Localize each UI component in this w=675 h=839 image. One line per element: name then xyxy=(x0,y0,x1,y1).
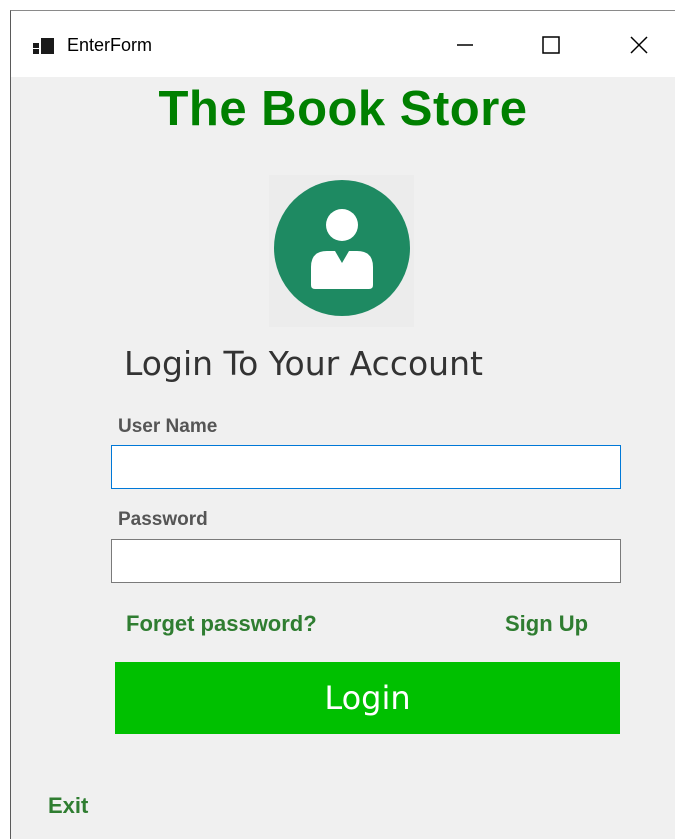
title-bar[interactable]: EnterForm xyxy=(11,11,675,77)
app-icon xyxy=(33,38,54,54)
login-button[interactable]: Login xyxy=(115,662,620,734)
store-title: The Book Store xyxy=(158,82,528,136)
close-icon xyxy=(630,36,648,54)
username-label: User Name xyxy=(118,416,218,437)
maximize-button[interactable] xyxy=(521,23,581,67)
password-input[interactable] xyxy=(111,539,621,583)
forget-password-link[interactable]: Forget password? xyxy=(126,611,317,637)
exit-link[interactable]: Exit xyxy=(48,793,88,819)
login-heading: Login To Your Account xyxy=(124,344,483,383)
window-title: EnterForm xyxy=(67,35,153,55)
password-label: Password xyxy=(118,509,208,530)
close-button[interactable] xyxy=(609,23,669,67)
signup-link[interactable]: Sign Up xyxy=(505,611,588,637)
user-avatar-icon xyxy=(274,180,410,316)
maximize-icon xyxy=(542,36,560,54)
login-window: EnterForm The Book Store Login To Your A… xyxy=(10,10,675,839)
username-input[interactable] xyxy=(111,445,621,489)
minimize-button[interactable] xyxy=(435,23,495,67)
minimize-icon xyxy=(457,44,473,46)
avatar xyxy=(269,175,414,327)
